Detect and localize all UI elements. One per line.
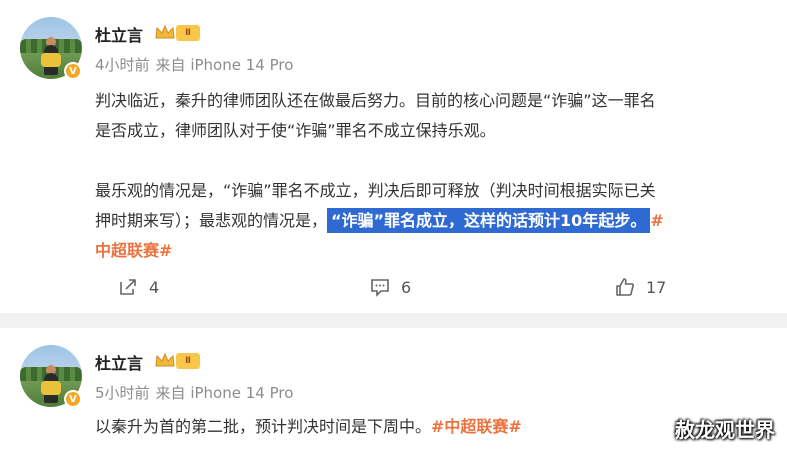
watermark: 赦龙观世界 — [675, 418, 775, 442]
comment-button[interactable]: 6 — [369, 276, 411, 298]
post-text-line: 判决临近，秦升的律师团队还在做最后努力。目前的核心问题是“诈骗”这一罪名 — [95, 91, 656, 110]
post-source: 来自 iPhone 14 Pro — [155, 384, 294, 402]
post-text-line: 是否成立，律师团队对于使“诈骗”罪名不成立保持乐观。 — [95, 121, 496, 140]
post-time[interactable]: 4小时前 — [95, 56, 150, 74]
crown-icon — [155, 24, 175, 39]
like-button[interactable]: 17 — [614, 276, 666, 298]
verified-v-icon: V — [64, 390, 82, 408]
share-icon — [120, 279, 136, 295]
post-meta: 5小时前 来自 iPhone 14 Pro — [95, 382, 293, 403]
verified-v-icon: V — [64, 62, 82, 80]
post-text-segment: 押时期来写）；最悲观的情况是， — [95, 211, 328, 230]
vip-level-badge: Ⅱ — [176, 353, 200, 369]
avatar-shirt — [41, 53, 61, 67]
like-count: 17 — [646, 277, 667, 297]
author-name[interactable]: 杜立言 — [95, 22, 143, 46]
post-meta: 4小时前 来自 iPhone 14 Pro — [95, 54, 293, 75]
post-text-line: 最乐观的情况是，“诈骗”罪名不成立，判决后即可释放（判决时间根据实际已关 — [95, 181, 656, 200]
thumbs-up-icon — [616, 278, 634, 296]
topic-tag-start[interactable]: # — [650, 211, 663, 230]
weibo-post-1: V 杜立言 Ⅱ 4小时前 来自 iPhone 14 Pro 判决临近，秦升的律师团… — [0, 0, 787, 313]
post-text-line: 以秦升为首的第二批，预计判决时间是下周中。 — [95, 417, 432, 436]
vip-level-badge: Ⅱ — [176, 25, 200, 41]
post-source: 来自 iPhone 14 Pro — [155, 56, 294, 74]
comment-count: 6 — [401, 277, 412, 297]
selected-text-highlight[interactable]: “诈骗”罪名成立，这样的话预计10年起步。 — [327, 208, 651, 233]
feed-divider — [0, 313, 787, 328]
topic-tag-link[interactable]: #中超联赛# — [431, 417, 522, 436]
post-actions: 4 6 17 — [0, 276, 787, 300]
post-time[interactable]: 5小时前 — [95, 384, 150, 402]
crown-icon — [155, 352, 175, 367]
weibo-post-2: V 杜立言 Ⅱ 5小时前 来自 iPhone 14 Pro 以秦升为首的第二批，预… — [0, 328, 787, 453]
post-text-line: 押时期来写）；最悲观的情况是， “诈骗”罪名成立，这样的话预计10年起步。 # — [95, 206, 664, 236]
comment-icon — [371, 279, 389, 297]
repost-count: 4 — [149, 277, 160, 297]
repost-button[interactable]: 4 — [117, 276, 159, 298]
topic-tag-link[interactable]: 中超联赛# — [95, 236, 664, 266]
post-body: 判决临近，秦升的律师团队还在做最后努力。目前的核心问题是“诈骗”这一罪名 是否成… — [95, 86, 664, 266]
avatar-shirt — [41, 381, 61, 395]
post-body: 以秦升为首的第二批，预计判决时间是下周中。#中超联赛# — [95, 412, 522, 442]
author-name[interactable]: 杜立言 — [95, 350, 143, 374]
